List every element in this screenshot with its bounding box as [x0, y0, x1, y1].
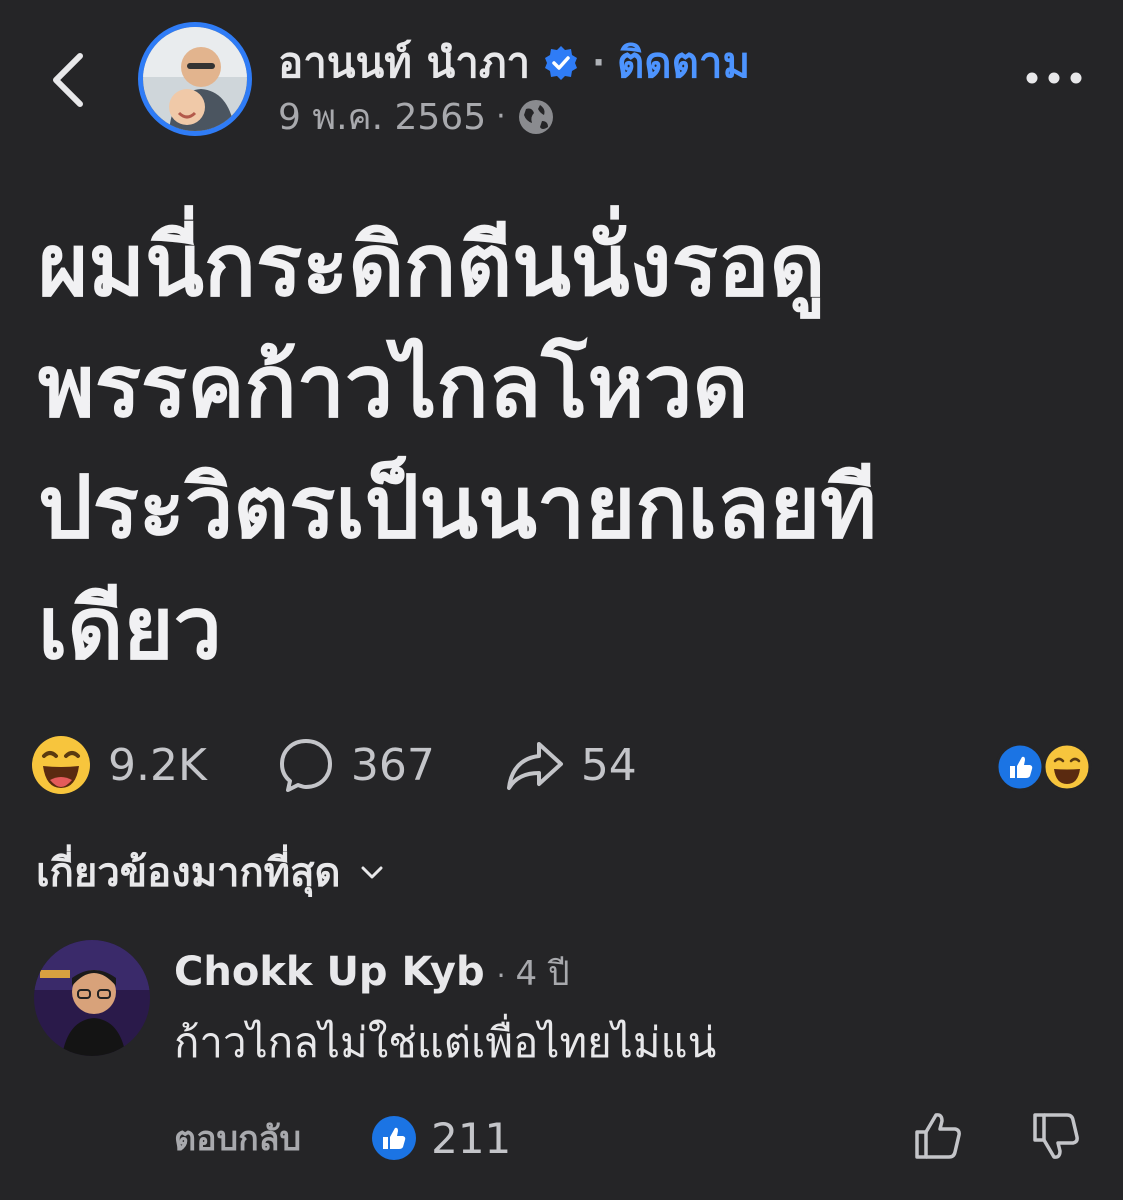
post-stats-row: 9.2K 367 54	[30, 732, 637, 798]
reaction-count: 9.2K	[108, 739, 207, 791]
reply-button[interactable]: ตอบกลับ	[174, 1111, 301, 1165]
chevron-down-icon	[361, 866, 382, 879]
separator-dot: ·	[592, 43, 606, 83]
thumb-up-icon[interactable]	[912, 1110, 964, 1162]
share-count: 54	[580, 739, 637, 791]
more-options-icon[interactable]	[1024, 58, 1084, 98]
thumb-down-icon[interactable]	[1030, 1110, 1082, 1162]
comment-sort-dropdown[interactable]: เกี่ยวข้องมากที่สุด	[36, 840, 387, 904]
post-line: เดียว	[38, 579, 222, 679]
commenter-name[interactable]: Chokk Up Kyb	[174, 949, 485, 995]
post-text: ผมนี่กระดิกตีนนั่งรอดู พรรคก้าวไกลโหวด ป…	[38, 206, 1098, 690]
post-line: พรรคก้าวไกลโหวด	[38, 337, 749, 437]
share-stat[interactable]: 54	[505, 738, 637, 792]
separator-dot: ·	[496, 99, 506, 134]
comment-text: ก้าวไกลไม่ใช่แต่เพื่อไทยไม่แน่	[174, 1018, 717, 1067]
like-badge-icon	[372, 1116, 417, 1160]
comment-like-count[interactable]: 211	[371, 1114, 511, 1163]
comment-time: 4 ปี	[515, 954, 570, 994]
sort-label: เกี่ยวข้องมากที่สุด	[36, 850, 341, 896]
back-chevron-icon[interactable]	[44, 50, 94, 110]
reaction-stat[interactable]: 9.2K	[30, 734, 207, 796]
globe-icon	[518, 99, 553, 134]
comment-bubble-icon	[279, 739, 332, 792]
share-arrow-icon	[506, 742, 563, 790]
separator-dot: ·	[496, 959, 506, 992]
comment-stat[interactable]: 367	[277, 736, 435, 794]
verified-badge-icon	[545, 46, 578, 80]
post-date[interactable]: 9 พ.ค. 2565	[278, 88, 486, 145]
comment-actions: ตอบกลับ 211	[174, 1112, 511, 1164]
post-line: ผมนี่กระดิกตีนนั่งรอดู	[38, 216, 826, 316]
follow-button[interactable]: ติดตาม	[617, 30, 750, 96]
author-avatar[interactable]	[138, 22, 252, 136]
commenter-avatar[interactable]	[34, 940, 150, 1056]
haha-emoji-icon	[32, 736, 90, 794]
comment-count: 367	[350, 739, 435, 791]
comment-like-number: 211	[431, 1113, 512, 1163]
post-line: ประวิตรเป็นนายกเลยที	[38, 458, 877, 558]
reaction-icons[interactable]	[994, 742, 1094, 792]
author-name[interactable]: อานนท์ นำภา	[278, 30, 530, 96]
